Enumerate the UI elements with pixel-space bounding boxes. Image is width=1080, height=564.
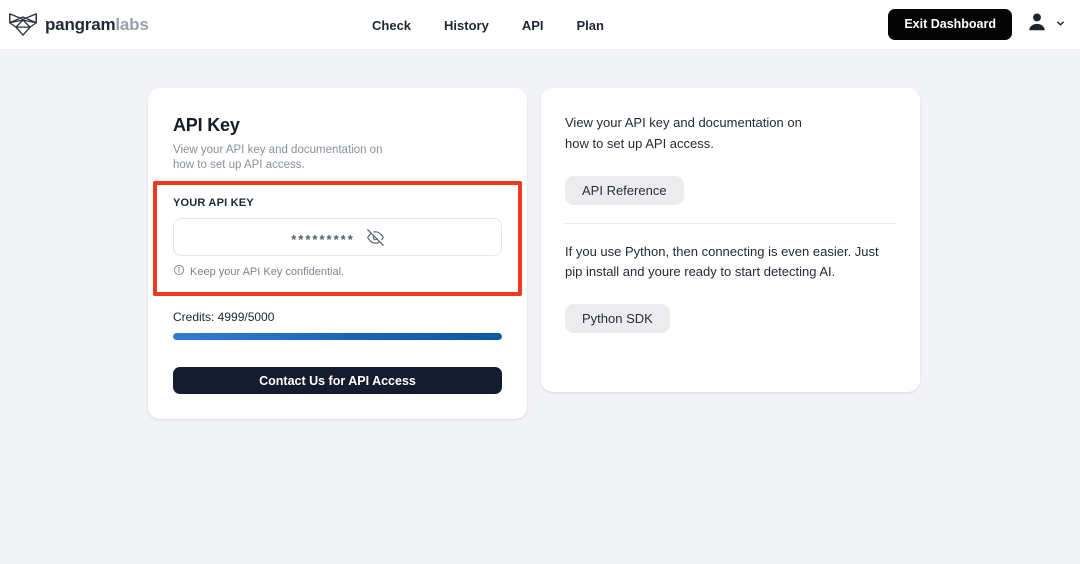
confidential-note-text: Keep your API Key confidential. [190,266,344,278]
nav-item-check[interactable]: Check [372,18,411,33]
python-info-text: If you use Python, then connecting is ev… [565,242,893,284]
dashboard-content: API Key View your API key and documentat… [0,50,1080,564]
nav-item-api[interactable]: API [522,18,544,33]
api-key-card-title: API Key [173,115,502,136]
api-reference-button[interactable]: API Reference [565,176,684,205]
nav-item-plan[interactable]: Plan [577,18,604,33]
brand-name: pangramlabs [45,15,149,35]
main-nav: Check History API Plan [372,0,604,50]
user-avatar-icon[interactable] [1026,11,1048,38]
top-navbar: pangramlabs Check History API Plan Exit … [0,0,1080,50]
confidential-note: Keep your API Key confidential. [173,264,502,279]
api-key-input[interactable]: ********* [173,218,502,256]
header-actions: Exit Dashboard [888,9,1066,40]
exit-dashboard-button[interactable]: Exit Dashboard [888,9,1012,40]
docs-intro-text: View your API key and documentation on h… [565,113,815,155]
info-icon [173,264,185,279]
docs-card: View your API key and documentation on h… [541,88,920,392]
fox-logo-icon [8,11,38,38]
python-sdk-button[interactable]: Python SDK [565,304,670,333]
credits-label: Credits: 4999/5000 [173,310,502,324]
api-key-card: API Key View your API key and documentat… [148,88,527,419]
masked-api-key-value: ********* [291,232,355,247]
user-menu[interactable] [1026,11,1066,38]
red-annotation-highlight: YOUR API KEY ********* [153,181,522,296]
eye-off-icon[interactable] [367,229,384,246]
credits-progress-fill [173,333,502,340]
api-key-card-description: View your API key and documentation on h… [173,143,388,173]
docs-card-divider [565,223,896,224]
credits-progress-bar [173,333,502,340]
chevron-down-icon[interactable] [1055,16,1066,34]
nav-item-history[interactable]: History [444,18,489,33]
api-key-field-label: YOUR API KEY [173,197,502,209]
contact-us-button[interactable]: Contact Us for API Access [173,367,502,394]
brand-logo[interactable]: pangramlabs [8,11,149,38]
